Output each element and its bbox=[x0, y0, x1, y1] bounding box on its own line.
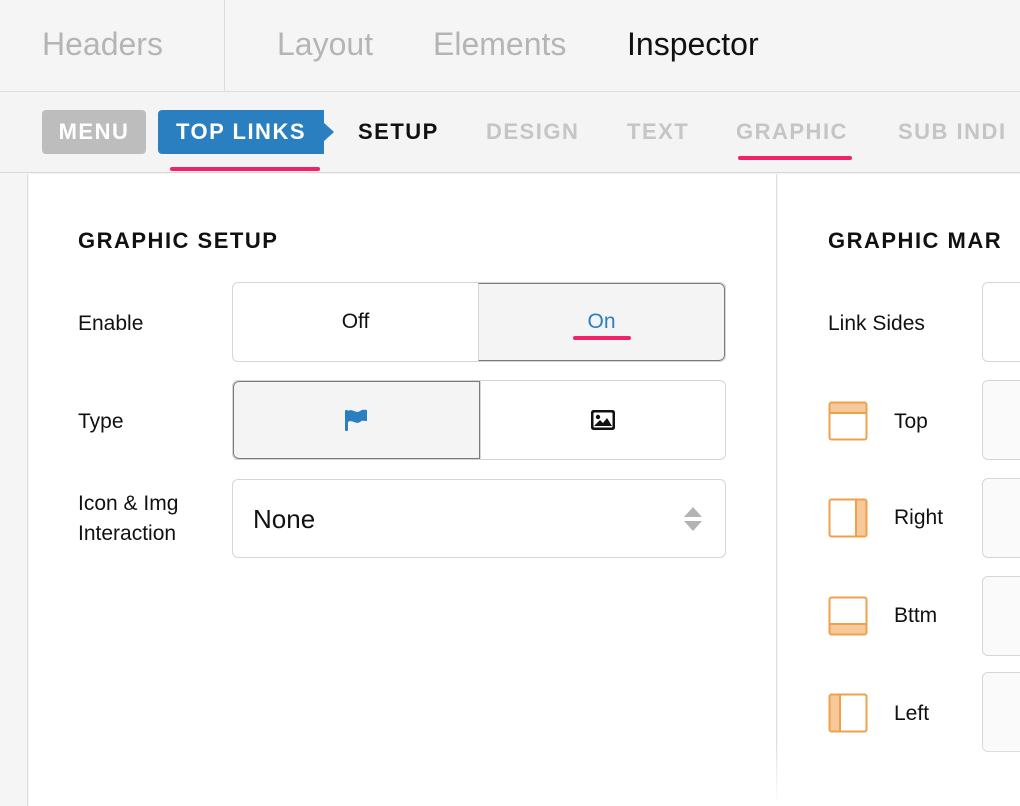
subtab-sub-indicator[interactable]: SUB INDI bbox=[898, 117, 1007, 147]
margin-top-input[interactable] bbox=[982, 380, 1020, 460]
link-sides-label: Link Sides bbox=[828, 312, 925, 335]
tab-inspector[interactable]: Inspector bbox=[627, 24, 759, 64]
subtab-graphic[interactable]: GRAPHIC bbox=[736, 117, 848, 147]
margin-right-label: Right bbox=[894, 506, 944, 529]
enable-toggle: Off On bbox=[232, 282, 726, 362]
type-image-option[interactable] bbox=[479, 381, 726, 459]
select-updown-icon bbox=[684, 507, 702, 531]
tab-elements[interactable]: Elements bbox=[433, 24, 566, 64]
interaction-label-line2: Interaction bbox=[78, 522, 177, 545]
margin-bottom-icon bbox=[828, 596, 868, 636]
breadcrumb-arrow-icon bbox=[323, 122, 334, 142]
breadcrumb-active-indicator bbox=[170, 167, 320, 171]
subtab-setup[interactable]: SETUP bbox=[358, 117, 439, 147]
type-icon-option[interactable] bbox=[233, 381, 480, 459]
enable-off-label: Off bbox=[341, 310, 370, 333]
margin-right-input[interactable] bbox=[982, 478, 1020, 558]
margin-right-icon bbox=[828, 498, 868, 538]
margin-top-icon bbox=[828, 401, 868, 441]
flag-icon bbox=[345, 409, 368, 431]
margin-left-label: Left bbox=[894, 702, 930, 725]
margin-bottom-input[interactable] bbox=[982, 576, 1020, 656]
interaction-label-line1: Icon & Img bbox=[78, 492, 179, 515]
tab-divider bbox=[224, 0, 225, 92]
margin-top-label: Top bbox=[894, 410, 928, 433]
top-tab-bar: Headers Layout Elements Inspector bbox=[0, 0, 1020, 92]
bottom-fade-overlay bbox=[480, 740, 1020, 806]
enable-on-option[interactable]: On bbox=[478, 283, 725, 361]
breadcrumb-top-links[interactable]: TOP LINKS bbox=[158, 110, 324, 154]
left-gutter bbox=[0, 174, 28, 806]
enable-off-option[interactable]: Off bbox=[233, 283, 478, 361]
graphic-margin-title: GRAPHIC MAR bbox=[828, 228, 1003, 253]
enable-on-label: On bbox=[587, 310, 616, 333]
interaction-select-value: None bbox=[253, 504, 316, 534]
subtab-design[interactable]: DESIGN bbox=[486, 117, 579, 147]
interaction-select[interactable]: None bbox=[232, 479, 726, 558]
enable-label: Enable bbox=[78, 312, 144, 335]
enable-on-indicator bbox=[572, 336, 631, 340]
type-label: Type bbox=[78, 410, 124, 433]
subtab-graphic-indicator bbox=[738, 156, 852, 160]
graphic-setup-title: GRAPHIC SETUP bbox=[78, 228, 279, 253]
type-toggle bbox=[232, 380, 726, 460]
tab-layout[interactable]: Layout bbox=[277, 24, 373, 64]
subtab-text[interactable]: TEXT bbox=[627, 117, 689, 147]
margin-bottom-label: Bttm bbox=[894, 604, 938, 627]
tab-headers[interactable]: Headers bbox=[42, 24, 163, 64]
breadcrumb-bar: MENU TOP LINKS SETUP DESIGN TEXT GRAPHIC… bbox=[0, 93, 1020, 173]
image-icon bbox=[590, 410, 615, 430]
link-sides-toggle[interactable] bbox=[982, 282, 1020, 362]
margin-left-icon bbox=[828, 693, 868, 733]
breadcrumb-menu[interactable]: MENU bbox=[42, 110, 146, 154]
